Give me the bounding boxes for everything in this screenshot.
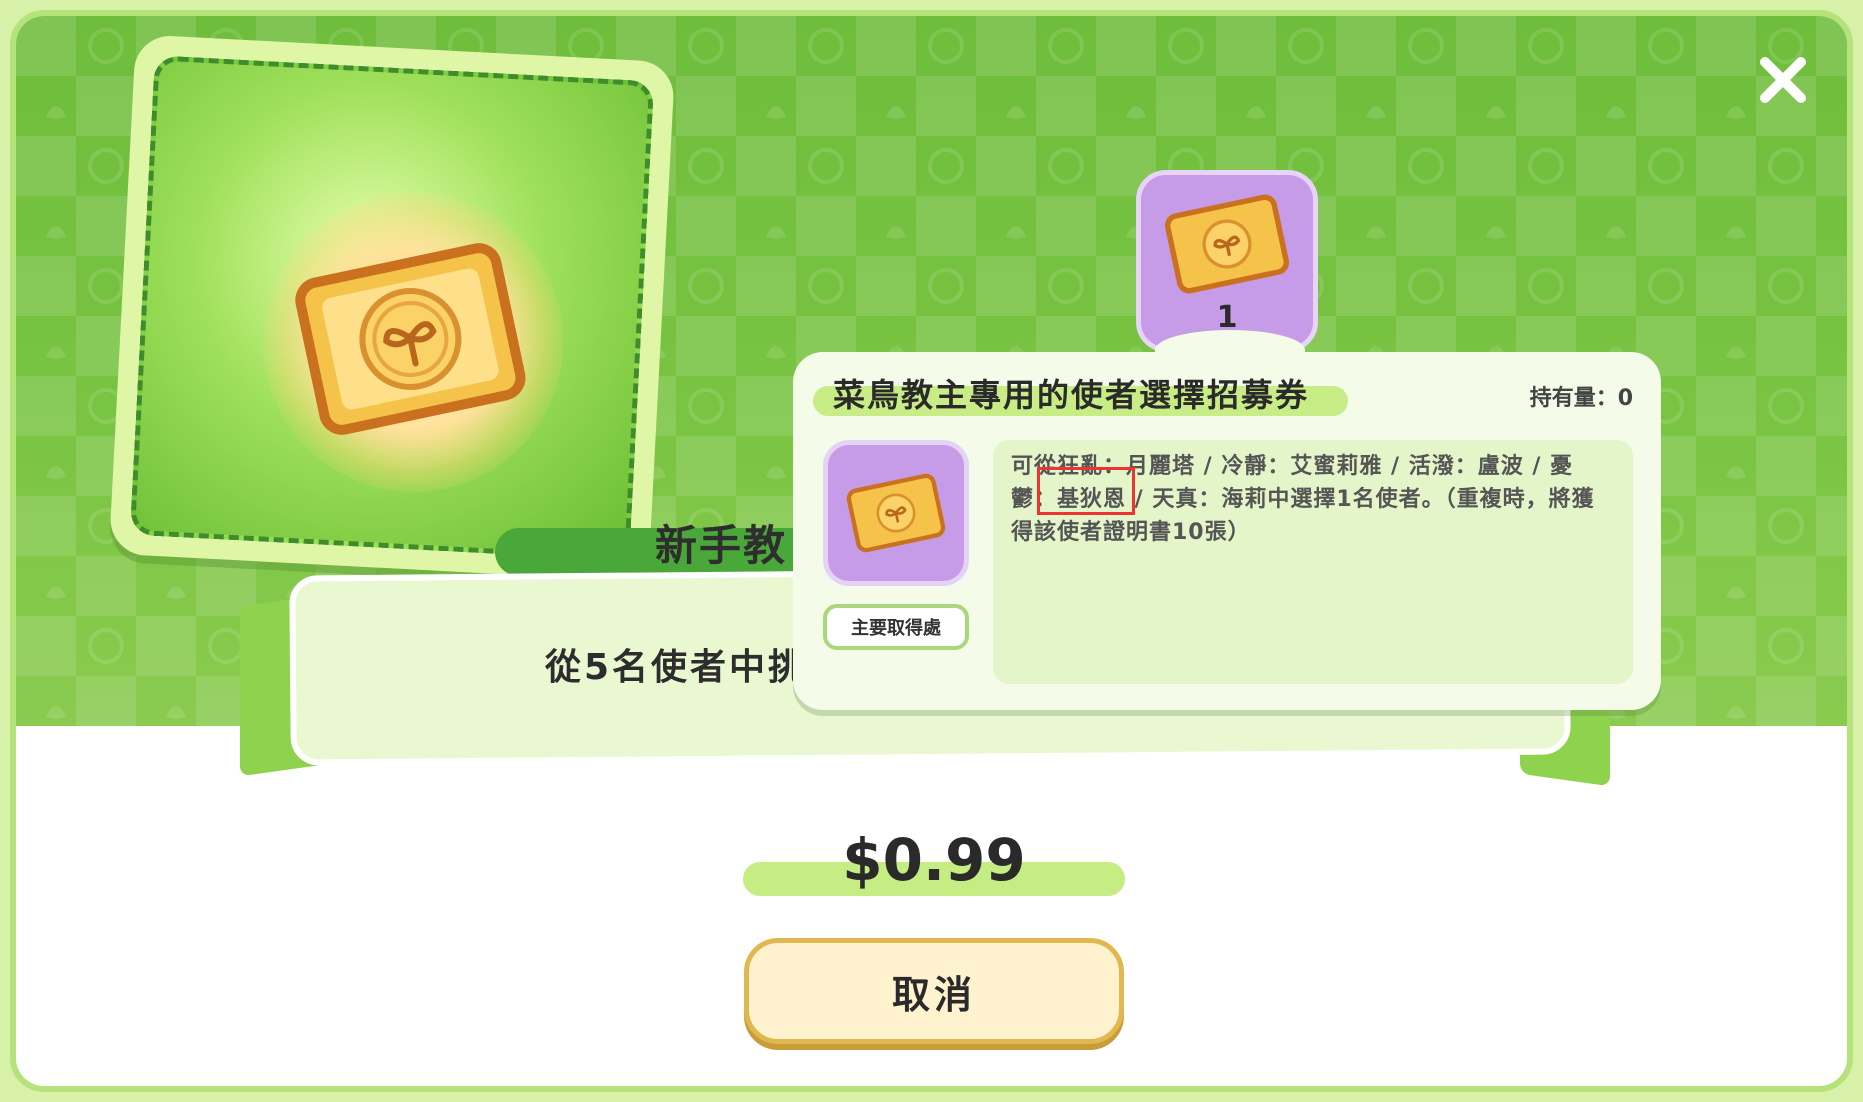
price-label: $0.99 (842, 826, 1026, 894)
cancel-button[interactable]: 取消 (744, 938, 1124, 1044)
sprout-ticket-icon (1164, 194, 1290, 294)
highlight-annotation (1037, 467, 1135, 515)
sprout-ticket-icon (295, 243, 526, 435)
pack-title: 新手教 (655, 521, 788, 570)
close-icon (1760, 57, 1806, 103)
game-screen: 新手教 從5名使者中挑 $0.99 取消 1 菜鳥教主專用的使者選擇招募券 持有… (0, 0, 1863, 1102)
item-source-button[interactable]: 主要取得處 (823, 604, 969, 650)
item-owned-count: 持有量：0 (1529, 386, 1633, 411)
pack-image-card (108, 34, 676, 582)
item-tooltip: 菜鳥教主專用的使者選擇招募券 持有量：0 主要取得處 可從狂亂：月麗塔 / 冷靜… (793, 352, 1661, 710)
close-button[interactable] (1753, 50, 1813, 110)
pack-description: 從5名使者中挑 (545, 647, 808, 688)
sprout-ticket-icon (846, 473, 946, 553)
item-source-label: 主要取得處 (851, 618, 941, 639)
item-name: 菜鳥教主專用的使者選擇招募券 (833, 376, 1310, 414)
cancel-button-label: 取消 (891, 972, 976, 1017)
item-thumbnail (823, 440, 969, 586)
